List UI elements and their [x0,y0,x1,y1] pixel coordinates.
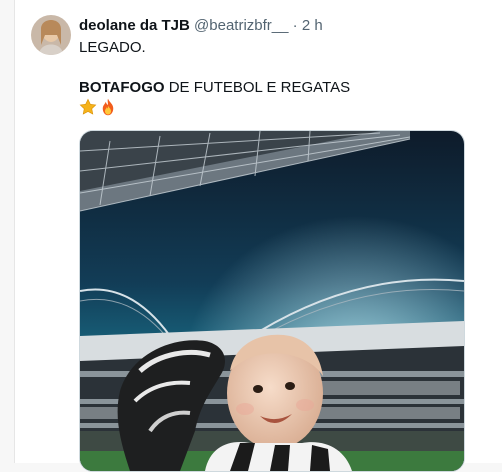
tweet-text-rest: DE FUTEBOL E REGATAS [164,79,351,96]
fire-icon [102,98,114,116]
tweet-text-line-1: LEGADO. [79,39,146,56]
timestamp[interactable]: 2 h [302,17,323,34]
tweet-text-line-2: BOTAFOGO DE FUTEBOL E REGATAS [79,78,350,98]
separator-dot: · [292,17,298,34]
tweet-card[interactable]: deolane da TJB @beatrizbfr__ · 2 h LEGAD… [14,0,502,472]
avatar[interactable] [31,15,71,55]
user-handle[interactable]: @beatrizbfr__ [194,17,288,34]
display-name[interactable]: deolane da TJB [79,17,190,34]
tweet-header: deolane da TJB @beatrizbfr__ · 2 h [79,16,323,36]
tweet-photo[interactable] [79,130,465,472]
star-icon [79,98,97,115]
tweet-text-bold: BOTAFOGO [79,79,165,96]
emoji-row [79,98,117,116]
